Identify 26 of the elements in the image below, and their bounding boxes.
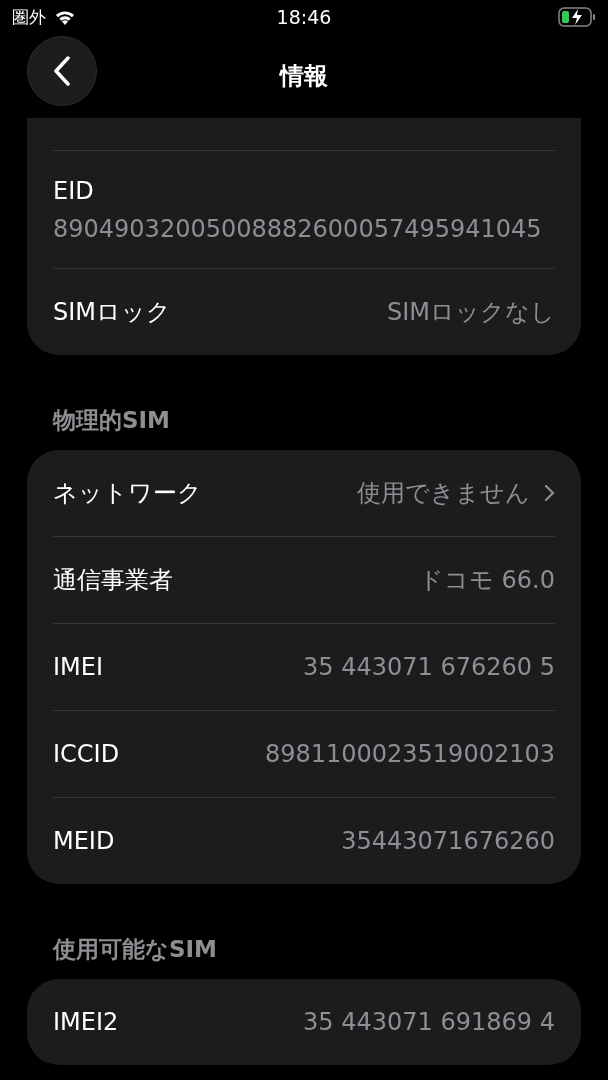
row-value: 35 443071 691869 4 <box>303 1008 555 1036</box>
clock-time: 18:46 <box>276 6 332 28</box>
row-value: SIMロックなし <box>386 297 555 328</box>
chevron-left-icon <box>53 56 71 86</box>
network-row[interactable]: ネットワーク 使用できません <box>53 450 555 536</box>
row-label: MEID <box>53 827 115 855</box>
row-value: 35 443071 676260 5 <box>303 653 555 681</box>
section-header: 使用可能なSIM <box>51 935 218 964</box>
row-value: ドコモ 66.0 <box>418 565 555 596</box>
chevron-right-icon <box>544 484 555 502</box>
row-label: 通信事業者 <box>53 565 173 596</box>
row-label: ICCID <box>53 740 120 768</box>
row-value: 35443071676260 <box>341 827 555 855</box>
battery-charging-icon <box>558 7 596 27</box>
section-header: 物理的SIM <box>51 406 171 435</box>
carrier-text: 圏外 <box>12 5 46 29</box>
row-value: 使用できません <box>357 478 530 509</box>
row-label: IMEI2 <box>53 1008 119 1036</box>
row-value: 89049032005008882600057495941045 <box>53 214 543 243</box>
row-value: 8981100023519002103 <box>264 740 555 768</box>
wifi-icon <box>54 9 76 25</box>
row-label: EID <box>53 176 95 205</box>
row-label: SIMロック <box>53 297 172 328</box>
page-title: 情報 <box>280 61 328 92</box>
row-label: IMEI <box>53 653 104 681</box>
row-label: ネットワーク <box>53 478 202 509</box>
